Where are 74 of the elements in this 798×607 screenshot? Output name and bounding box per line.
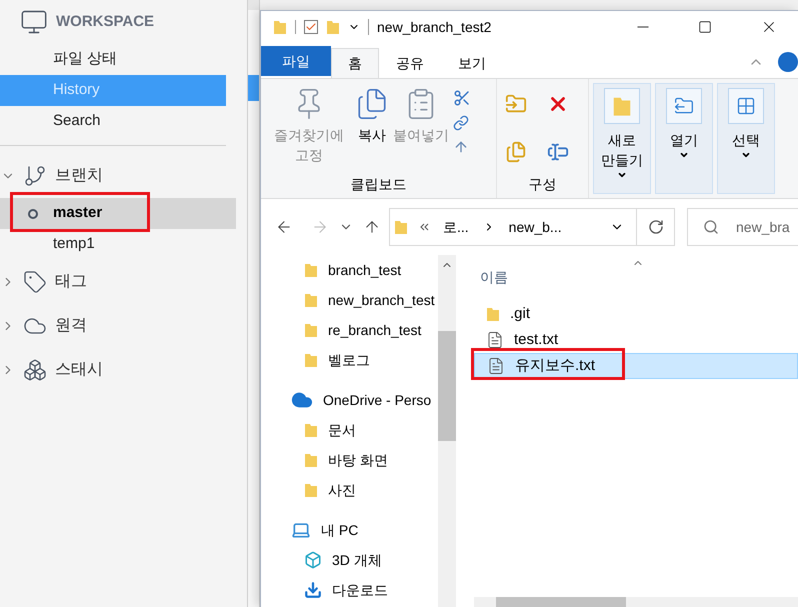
search-icon (703, 219, 719, 235)
navigation-item[interactable]: 다운로드 (261, 575, 438, 605)
caret-icon (617, 170, 627, 180)
folder-icon (304, 422, 318, 438)
properties-icon[interactable] (304, 20, 318, 34)
folder-icon (273, 19, 287, 35)
file-item[interactable]: 유지보수.txt (474, 353, 798, 379)
sidebar-item[interactable]: 파일 상태 (0, 44, 226, 75)
refresh-icon (648, 219, 664, 235)
address-bar[interactable]: 로... new_b... (389, 208, 637, 246)
breadcrumb-segment[interactable]: new_b... (508, 216, 562, 238)
folder-icon (486, 306, 500, 322)
ribbon-dropdown-button[interactable]: 선택 (717, 83, 775, 194)
group-label: 클립보드 (350, 175, 408, 194)
navigation-item[interactable]: re_branch_test (261, 315, 438, 345)
ribbon-dropdown-button[interactable]: 새로 만들기 (593, 83, 651, 194)
branch-item[interactable]: temp1 (0, 229, 236, 260)
caret-icon (679, 150, 689, 160)
ribbon-dropdown-button[interactable]: 열기 (655, 83, 713, 194)
file-item[interactable]: test.txt (474, 327, 798, 353)
refresh-button[interactable] (637, 208, 675, 246)
ribbon-tab[interactable]: 보기 (441, 48, 503, 78)
text-file-icon (487, 357, 505, 375)
folder-icon (611, 95, 633, 117)
cube-icon (304, 551, 322, 569)
stash-icon (23, 358, 47, 382)
navigation-item[interactable]: 문서 (261, 415, 438, 445)
file-item[interactable]: .git (474, 301, 798, 327)
caret-icon (741, 150, 751, 160)
section-label[interactable]: 스태시 (55, 358, 103, 382)
navigation-item[interactable]: branch_test (261, 255, 438, 285)
navigation-item[interactable]: 내 PC (261, 515, 438, 545)
folder-icon (304, 452, 318, 468)
scissors-icon[interactable] (453, 89, 471, 107)
folder-icon (304, 322, 318, 338)
tag-icon (23, 270, 47, 294)
workspace-icon (20, 8, 48, 36)
ribbon-tab[interactable]: 공유 (379, 48, 441, 78)
section-label[interactable]: 태그 (55, 270, 87, 294)
ribbon-tab[interactable]: 파일 (261, 46, 331, 76)
branch-item[interactable]: master (0, 198, 236, 229)
folder-icon (304, 262, 318, 278)
overflow-chevrons-icon[interactable] (420, 223, 429, 231)
download-icon (304, 581, 322, 599)
search-field[interactable]: new_bra (687, 208, 798, 246)
folder-icon (304, 292, 318, 308)
new-folder-icon (326, 19, 340, 35)
select-grid-icon (736, 96, 756, 116)
navigation-item[interactable]: 벨로그 (261, 345, 438, 375)
folder-icon (304, 482, 318, 498)
vertical-scrollbar[interactable] (438, 255, 456, 607)
folder-icon (394, 219, 408, 235)
column-header[interactable]: 이름 (474, 266, 508, 288)
copy-path-icon[interactable] (453, 115, 469, 131)
ribbon-tab[interactable]: 홈 (331, 48, 379, 78)
ribbon-button[interactable]: 복사 (355, 87, 389, 174)
section-title: WORKSPACE (56, 12, 154, 32)
text-file-icon (486, 331, 504, 349)
maximize-icon[interactable] (698, 20, 712, 34)
navigation-item[interactable]: new_branch_test (261, 285, 438, 315)
open-file-icon (674, 96, 694, 116)
navigation-item[interactable]: 사진 (261, 475, 438, 505)
folder-icon (304, 352, 318, 368)
section-label[interactable]: 브랜치 (55, 164, 103, 188)
navigation-item[interactable]: 바탕 화면 (261, 445, 438, 475)
section-label[interactable]: 원격 (55, 314, 87, 338)
group-label: 구성 (528, 175, 558, 194)
sidebar-item[interactable]: Search (0, 106, 226, 137)
window-title: new_branch_test2 (377, 18, 492, 37)
branch-icon (23, 164, 47, 188)
horizontal-scrollbar[interactable] (474, 597, 798, 607)
navigation-item[interactable]: 3D 개체 (261, 545, 438, 575)
breadcrumb-segment[interactable]: 로... (443, 216, 469, 238)
navigation-item[interactable]: OneDrive - Perso (261, 385, 438, 415)
